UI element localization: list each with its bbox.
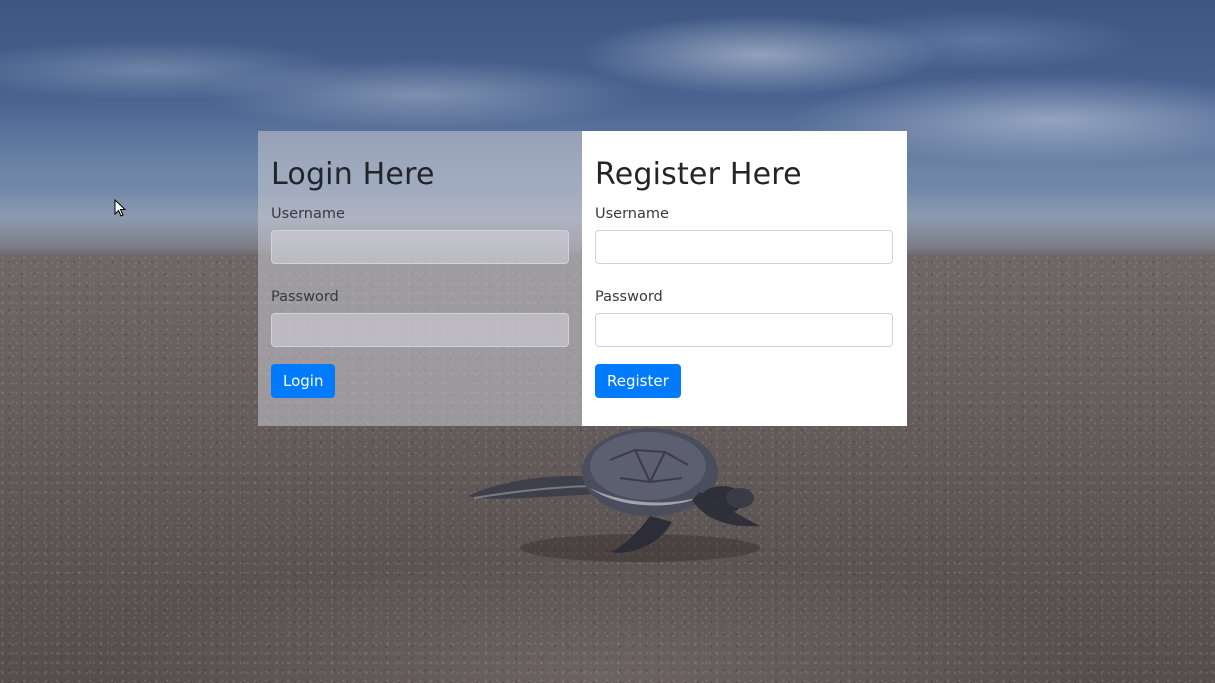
turtle-image [468,428,760,562]
mouse-pointer-icon [114,199,126,217]
register-username-label: Username [595,206,669,222]
register-password-input[interactable] [595,313,893,347]
register-password-label: Password [595,289,663,305]
login-title: Login Here [271,157,435,192]
register-button[interactable]: Register [595,364,681,398]
register-panel: Register Here Username Password Register [582,131,907,426]
login-password-input[interactable] [271,313,569,347]
login-button[interactable]: Login [271,364,336,398]
login-panel: Login Here Username Password Login [258,131,583,426]
login-username-input[interactable] [271,230,569,264]
login-username-label: Username [271,206,345,222]
register-title: Register Here [595,157,802,192]
register-username-input[interactable] [595,230,893,264]
login-password-label: Password [271,289,339,305]
